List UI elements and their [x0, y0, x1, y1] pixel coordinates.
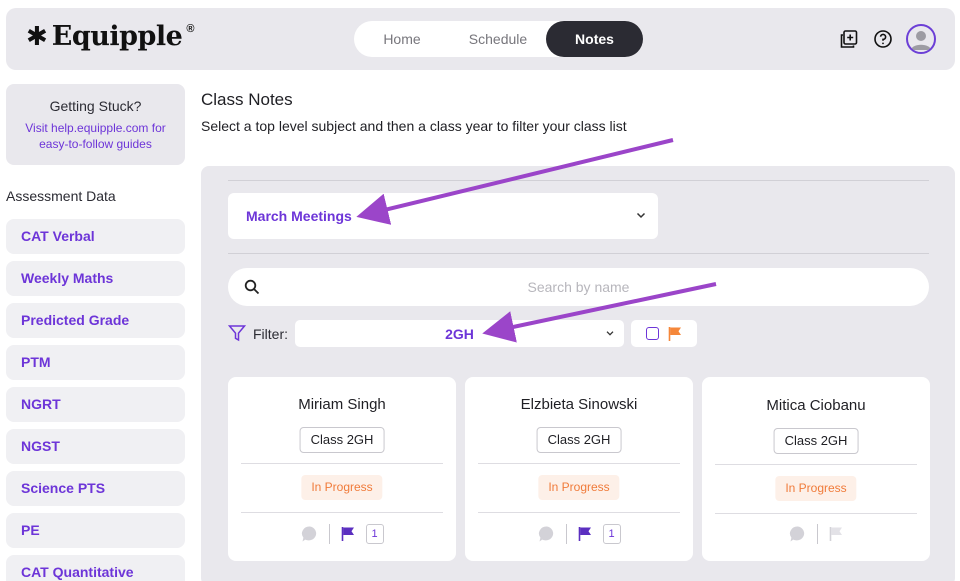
search-placeholder: Search by name — [527, 279, 630, 295]
sidebar-item-ptm[interactable]: PTM — [6, 345, 185, 380]
chevron-down-icon — [606, 331, 614, 336]
student-card[interactable]: Elzbieta Sinowski Class 2GH In Progress … — [465, 377, 693, 561]
tab-schedule[interactable]: Schedule — [450, 21, 546, 57]
equipple-logo[interactable]: ✱ Equipple ® — [26, 21, 195, 53]
top-header: ✱ Equipple ® Home Schedule Notes — [6, 8, 955, 70]
class-badge: Class 2GH — [773, 428, 859, 454]
flag-icon — [668, 326, 681, 341]
tab-notes[interactable]: Notes — [546, 21, 643, 57]
card-divider — [241, 512, 443, 513]
page-title: Class Notes — [201, 90, 293, 109]
logo-text: Equipple — [51, 21, 183, 52]
help-icon[interactable] — [872, 28, 894, 50]
card-divider — [478, 512, 680, 513]
card-actions: 1 — [465, 524, 693, 544]
flag-icon[interactable] — [340, 526, 356, 542]
sidebar-item-predicted-grade[interactable]: Predicted Grade — [6, 303, 185, 338]
flag-icon[interactable] — [577, 526, 593, 542]
comment-icon[interactable] — [538, 525, 556, 543]
filter-icon — [228, 325, 246, 342]
comment-icon[interactable] — [301, 525, 319, 543]
student-card[interactable]: Mitica Ciobanu Class 2GH In Progress — [702, 377, 930, 561]
class-badge: Class 2GH — [299, 427, 385, 453]
card-divider — [715, 513, 917, 514]
comment-icon[interactable] — [789, 525, 807, 543]
flag-count: 1 — [602, 524, 621, 544]
tab-home[interactable]: Home — [354, 21, 450, 57]
sidebar-item-ngst[interactable]: NGST — [6, 429, 185, 464]
sidebar-item-science-pts[interactable]: Science PTS — [6, 471, 185, 506]
student-name: Miriam Singh — [298, 396, 386, 413]
filter-label: Filter: — [253, 326, 288, 342]
sidebar-item-pe[interactable]: PE — [6, 513, 185, 548]
status-badge: In Progress — [538, 475, 620, 500]
header-actions — [838, 24, 936, 54]
search-input[interactable]: Search by name — [228, 268, 929, 306]
logo-registered-mark: ® — [186, 23, 195, 35]
status-badge: In Progress — [775, 476, 857, 501]
sidebar-item-ngrt[interactable]: NGRT — [6, 387, 185, 422]
card-divider — [715, 464, 917, 465]
card-divider — [478, 463, 680, 464]
student-name: Elzbieta Sinowski — [520, 396, 638, 413]
flag-filter-checkbox[interactable] — [645, 327, 659, 340]
logo-mark-icon: ✱ — [26, 22, 48, 52]
flag-icon[interactable] — [828, 526, 844, 542]
avatar[interactable] — [906, 24, 936, 54]
add-note-icon[interactable] — [838, 28, 860, 50]
help-title: Getting Stuck? — [49, 98, 142, 114]
action-separator — [816, 524, 818, 544]
help-box: Getting Stuck? Visit help.equipple.com f… — [6, 84, 185, 165]
action-separator — [328, 524, 330, 544]
divider — [228, 180, 929, 181]
divider — [228, 253, 929, 254]
chevron-down-icon — [636, 212, 646, 219]
action-separator — [565, 524, 567, 544]
status-badge: In Progress — [301, 475, 383, 500]
flag-count: 1 — [365, 524, 384, 544]
class-filter-select[interactable]: 2GH — [295, 320, 624, 347]
card-divider — [241, 463, 443, 464]
student-card[interactable]: Miriam Singh Class 2GH In Progress 1 — [228, 377, 456, 561]
card-actions — [702, 524, 930, 544]
class-filter-value: 2GH — [445, 326, 474, 342]
meeting-select[interactable]: March Meetings — [228, 193, 658, 239]
sidebar-heading: Assessment Data — [6, 188, 116, 204]
class-badge: Class 2GH — [536, 427, 622, 453]
sidebar-list: CAT Verbal Weekly Maths Predicted Grade … — [6, 219, 185, 581]
meeting-select-value: March Meetings — [246, 208, 352, 224]
main-nav-tabs: Home Schedule Notes — [354, 21, 643, 57]
card-actions: 1 — [228, 524, 456, 544]
student-name: Mitica Ciobanu — [766, 397, 866, 414]
flag-filter-toggle[interactable] — [631, 320, 697, 347]
sidebar-item-cat-quantitative[interactable]: CAT Quantitative — [6, 555, 185, 581]
sidebar-item-weekly-maths[interactable]: Weekly Maths — [6, 261, 185, 296]
sidebar-item-cat-verbal[interactable]: CAT Verbal — [6, 219, 185, 254]
help-link[interactable]: Visit help.equipple.com for easy-to-foll… — [6, 120, 185, 152]
page-subtitle: Select a top level subject and then a cl… — [201, 118, 627, 134]
